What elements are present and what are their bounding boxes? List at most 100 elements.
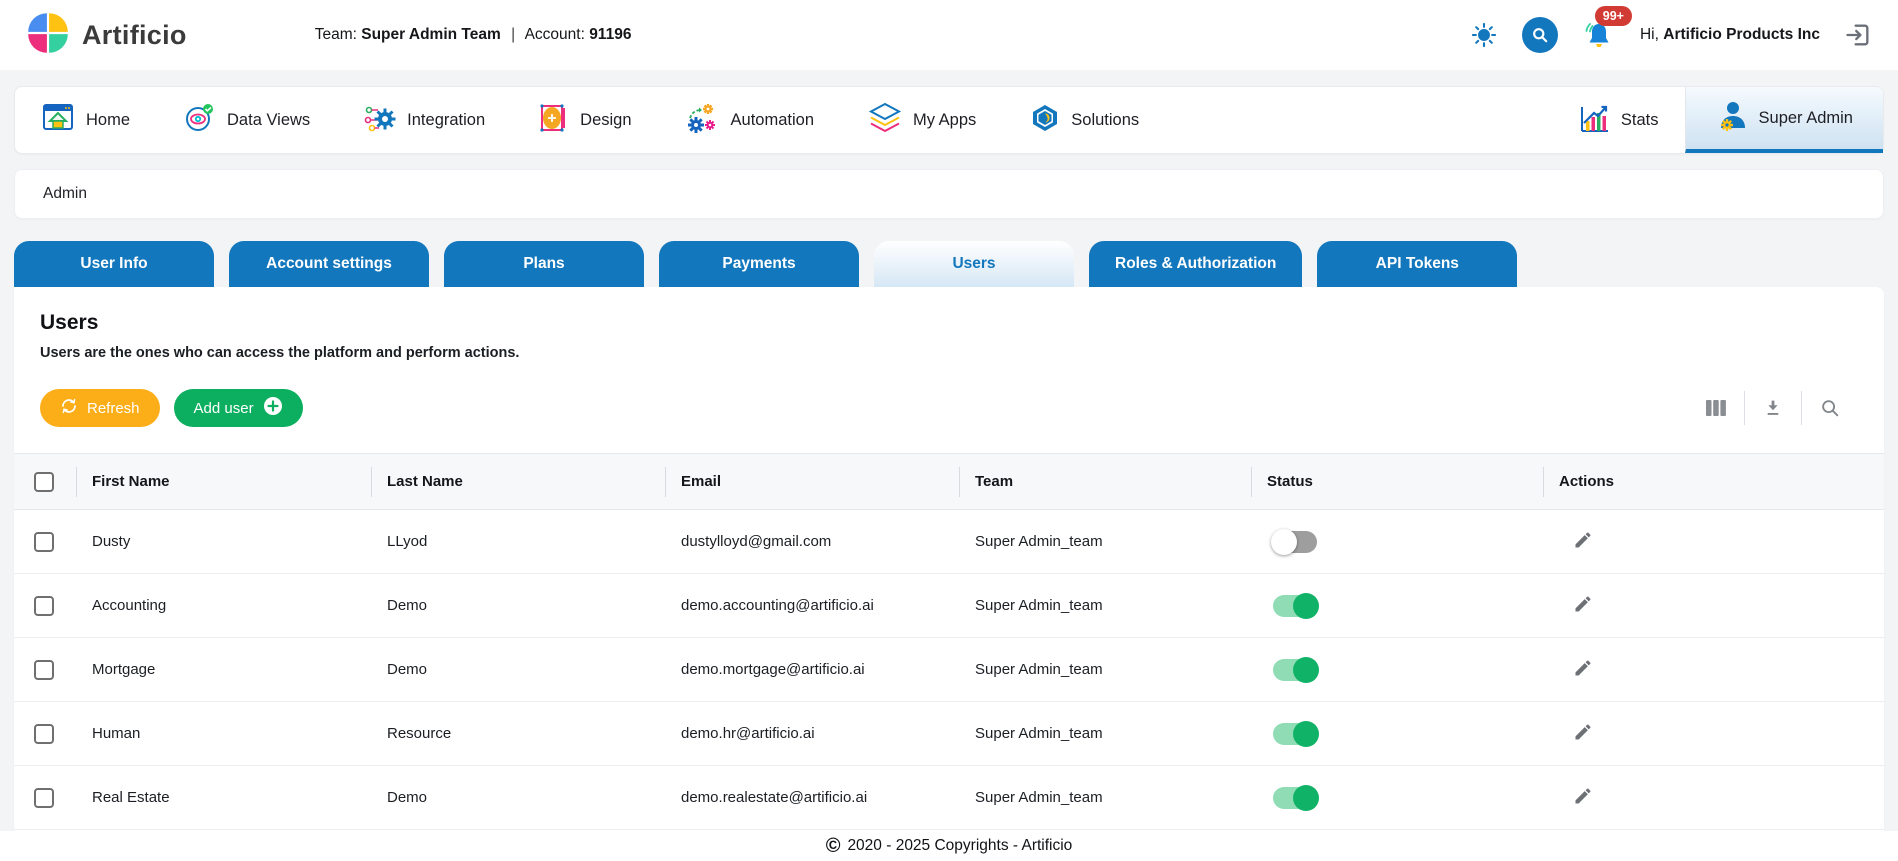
nav-item-design[interactable]: Design bbox=[539, 87, 632, 153]
edit-user-button[interactable] bbox=[1573, 658, 1593, 681]
nav-item-solutions[interactable]: Solutions bbox=[1030, 87, 1139, 153]
cell-team: Super Admin_team bbox=[975, 789, 1103, 806]
edit-pencil-icon bbox=[1573, 787, 1593, 809]
table-row: Dusty LLyod dustylloyd@gmail.com Super A… bbox=[14, 510, 1884, 574]
add-user-label: Add user bbox=[193, 399, 254, 417]
theme-sun-icon[interactable] bbox=[1470, 21, 1498, 49]
cell-team: Super Admin_team bbox=[975, 597, 1103, 614]
cell-team: Super Admin_team bbox=[975, 661, 1103, 678]
table-search-icon[interactable] bbox=[1802, 397, 1858, 419]
select-all-checkbox[interactable] bbox=[34, 471, 54, 492]
nav-item-integration[interactable]: Integration bbox=[364, 87, 485, 153]
edit-pencil-icon bbox=[1573, 723, 1593, 745]
cell-first-name: Real Estate bbox=[92, 789, 170, 806]
search-icon[interactable] bbox=[1521, 17, 1558, 53]
row-checkbox[interactable] bbox=[34, 595, 54, 616]
column-header-actions: Actions bbox=[1543, 454, 1884, 510]
status-toggle[interactable] bbox=[1273, 656, 1319, 683]
cell-team: Super Admin_team bbox=[975, 725, 1103, 742]
column-header-status: Status bbox=[1251, 454, 1543, 510]
table-row: Human Resource demo.hr@artificio.ai Supe… bbox=[14, 702, 1884, 766]
column-header-team: Team bbox=[959, 454, 1251, 510]
notification-count-badge: 99+ bbox=[1594, 6, 1632, 26]
tab-api-tokens[interactable]: API Tokens bbox=[1317, 241, 1518, 287]
cell-email: dustylloyd@gmail.com bbox=[681, 533, 832, 550]
nav-label: Solutions bbox=[1071, 110, 1140, 129]
copyright-icon: © bbox=[825, 835, 841, 857]
row-checkbox[interactable] bbox=[34, 723, 54, 744]
page-subtitle: Users are the ones who can access the pl… bbox=[40, 345, 520, 361]
edit-pencil-icon bbox=[1573, 659, 1593, 681]
nav-item-automation[interactable]: Automation bbox=[686, 87, 814, 153]
nav-item-my-apps[interactable]: My Apps bbox=[868, 87, 976, 153]
top-header: Artificio Team: Super Admin Team | Accou… bbox=[0, 0, 1898, 70]
nav-label: Home bbox=[86, 110, 131, 129]
design-icon bbox=[539, 103, 569, 138]
nav-label: Super Admin bbox=[1758, 108, 1853, 127]
add-user-button[interactable]: Add user bbox=[173, 389, 303, 427]
refresh-label: Refresh bbox=[87, 399, 140, 417]
edit-user-button[interactable] bbox=[1573, 530, 1593, 553]
row-checkbox[interactable] bbox=[34, 787, 54, 808]
my-apps-icon bbox=[868, 102, 902, 138]
footer: © 2020 - 2025 Copyrights - Artificio bbox=[0, 831, 1898, 861]
edit-pencil-icon bbox=[1573, 595, 1593, 617]
nav-label: My Apps bbox=[913, 110, 977, 129]
column-header-first-name: First Name bbox=[76, 454, 371, 510]
refresh-button[interactable]: Refresh bbox=[40, 389, 160, 427]
cell-last-name: Demo bbox=[387, 597, 428, 614]
automation-icon bbox=[686, 102, 720, 139]
cell-email: demo.hr@artificio.ai bbox=[681, 725, 815, 742]
cell-first-name: Dusty bbox=[92, 533, 131, 550]
row-checkbox[interactable] bbox=[34, 659, 54, 680]
nav-label: Integration bbox=[407, 110, 486, 129]
edit-user-button[interactable] bbox=[1573, 594, 1593, 617]
row-checkbox[interactable] bbox=[34, 531, 54, 552]
cell-first-name: Mortgage bbox=[92, 661, 156, 678]
cell-email: demo.accounting@artificio.ai bbox=[681, 597, 874, 614]
column-header-email: Email bbox=[665, 454, 959, 510]
nav-label: Stats bbox=[1620, 110, 1659, 129]
user-greeting: Hi, Artificio Products Inc bbox=[1639, 26, 1820, 43]
cell-last-name: Demo bbox=[387, 661, 428, 678]
notifications-bell-icon[interactable]: 99+ bbox=[1582, 6, 1632, 52]
users-table-body: Dusty LLyod dustylloyd@gmail.com Super A… bbox=[14, 510, 1884, 830]
nav-item-super-admin[interactable]: Super Admin bbox=[1684, 87, 1883, 153]
tab-user-info[interactable]: User Info bbox=[14, 241, 214, 287]
column-header-last-name: Last Name bbox=[371, 454, 665, 510]
user-company-name: Artificio Products Inc bbox=[1663, 26, 1820, 43]
status-toggle[interactable] bbox=[1273, 592, 1319, 619]
nav-item-home[interactable]: Home bbox=[43, 87, 130, 153]
download-icon[interactable] bbox=[1745, 397, 1801, 419]
app-logo[interactable]: Artificio bbox=[26, 11, 187, 60]
nav-label: Automation bbox=[730, 110, 814, 129]
users-table: First Name Last Name Email Team Status A… bbox=[14, 453, 1884, 830]
account-number: 91196 bbox=[589, 26, 632, 43]
cell-last-name: LLyod bbox=[387, 533, 428, 550]
header-separator: | bbox=[511, 26, 516, 43]
edit-user-button[interactable] bbox=[1573, 722, 1593, 745]
nav-item-data-views[interactable]: Data Views bbox=[184, 87, 310, 153]
team-account-info: Team: Super Admin Team | Account: 91196 bbox=[315, 26, 632, 44]
tab-account-settings[interactable]: Account settings bbox=[229, 241, 429, 287]
edit-pencil-icon bbox=[1573, 531, 1593, 553]
cell-team: Super Admin_team bbox=[975, 533, 1103, 550]
super-admin-icon bbox=[1716, 100, 1748, 137]
tab-plans[interactable]: Plans bbox=[444, 241, 644, 287]
logout-icon[interactable] bbox=[1844, 21, 1872, 49]
edit-user-button[interactable] bbox=[1573, 786, 1593, 809]
status-toggle[interactable] bbox=[1273, 784, 1319, 811]
tab-users[interactable]: Users bbox=[874, 241, 1074, 287]
columns-icon[interactable] bbox=[1688, 398, 1744, 418]
status-toggle[interactable] bbox=[1273, 720, 1319, 747]
nav-item-stats[interactable]: Stats bbox=[1552, 87, 1685, 153]
plus-circle-icon bbox=[263, 396, 283, 420]
table-row: Real Estate Demo demo.realestate@artific… bbox=[14, 766, 1884, 830]
team-label: Team: bbox=[314, 26, 357, 43]
tab-roles-authorization[interactable]: Roles & Authorization bbox=[1089, 241, 1303, 287]
tab-payments[interactable]: Payments bbox=[659, 241, 859, 287]
status-toggle[interactable] bbox=[1271, 528, 1317, 555]
users-panel: Users Users are the ones who can access … bbox=[14, 287, 1884, 861]
cell-last-name: Demo bbox=[387, 789, 428, 806]
solutions-icon bbox=[1030, 103, 1060, 138]
